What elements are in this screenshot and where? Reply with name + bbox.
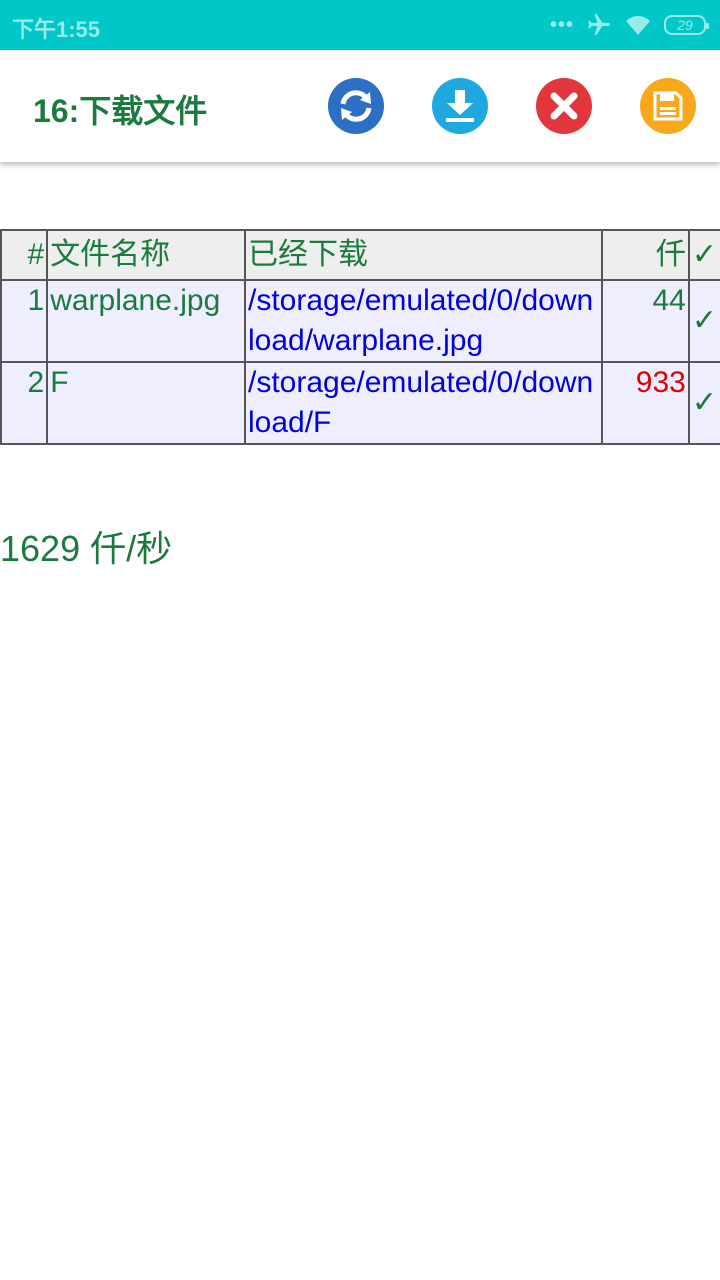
download-icon — [432, 78, 488, 134]
battery-icon: 29 — [664, 15, 709, 35]
download-speed: 1629 仟/秒 — [0, 528, 173, 569]
table-header-row: # 文件名称 已经下载 仟 ✓ — [0, 229, 720, 281]
file-size: 933 — [601, 361, 690, 445]
file-name: F — [46, 361, 246, 445]
column-header-check: ✓ — [687, 229, 720, 281]
refresh-button[interactable] — [328, 78, 384, 134]
column-header-downloaded: 已经下载 — [243, 229, 604, 281]
status-icons: ••• 29 — [549, 10, 709, 40]
close-icon — [536, 78, 592, 134]
file-name: warplane.jpg — [46, 279, 246, 363]
row-number: 2 — [0, 361, 49, 445]
file-path: /storage/emulated/0/download/F — [243, 361, 604, 445]
table-row[interactable]: 2 F /storage/emulated/0/download/F 933 ✓ — [0, 361, 720, 445]
cancel-button[interactable] — [536, 78, 592, 134]
wifi-icon — [626, 16, 650, 35]
file-path: /storage/emulated/0/download/warplane.jp… — [243, 279, 604, 363]
done-check-icon: ✓ — [687, 361, 720, 445]
column-header-size: 仟 — [601, 229, 690, 281]
download-button[interactable] — [432, 78, 488, 134]
row-number: 1 — [0, 279, 49, 363]
app-toolbar: 16:下载文件 — [0, 50, 720, 162]
status-time: 下午1:55 — [12, 17, 101, 42]
airplane-icon — [588, 14, 610, 35]
more-dots-icon: ••• — [549, 13, 574, 36]
download-table: # 文件名称 已经下载 仟 ✓ 1 warplane.jpg /storage/… — [0, 229, 720, 445]
save-button[interactable] — [640, 78, 696, 134]
file-size: 44 — [601, 279, 690, 363]
refresh-icon — [328, 78, 384, 134]
column-header-num: # — [0, 229, 49, 281]
floppy-disk-icon — [640, 78, 696, 134]
page-title: 16:下载文件 — [33, 93, 208, 129]
column-header-name: 文件名称 — [46, 229, 246, 281]
done-check-icon: ✓ — [687, 279, 720, 363]
table-row[interactable]: 1 warplane.jpg /storage/emulated/0/downl… — [0, 279, 720, 363]
status-bar: 下午1:55 ••• 29 — [0, 0, 720, 50]
